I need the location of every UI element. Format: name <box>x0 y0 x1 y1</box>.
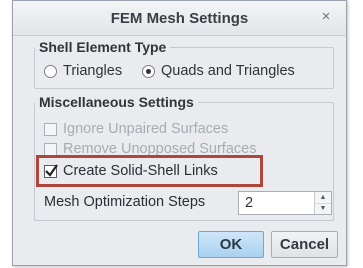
create-solid-shell-links-checkbox[interactable] <box>44 163 58 178</box>
mesh-optimization-steps-spinner[interactable]: 2 ▲ ▼ <box>238 191 332 215</box>
radio-quads-and-triangles[interactable]: Quads and Triangles <box>142 63 295 79</box>
ignore-unpaired-surfaces-checkbox[interactable] <box>44 122 57 136</box>
ignore-unpaired-surfaces-option[interactable]: Ignore Unpaired Surfaces <box>44 121 228 137</box>
spinner-buttons: ▲ ▼ <box>314 192 331 214</box>
mesh-optimization-steps-value[interactable]: 2 <box>245 195 253 211</box>
radio-triangles[interactable]: Triangles <box>44 63 122 79</box>
create-solid-shell-links-label: Create Solid-Shell Links <box>63 163 218 179</box>
shell-element-type-legend: Shell Element Type <box>39 39 167 55</box>
miscellaneous-settings-legend: Miscellaneous Settings <box>39 94 194 110</box>
checkmark-icon <box>45 163 58 177</box>
fem-mesh-settings-dialog: FEM Mesh Settings × Shell Element Type T… <box>12 0 347 266</box>
ok-button[interactable]: OK <box>198 231 264 258</box>
mesh-optimization-steps-label: Mesh Optimization Steps <box>44 194 206 210</box>
dialog-title: FEM Mesh Settings <box>110 10 249 27</box>
ignore-unpaired-surfaces-label: Ignore Unpaired Surfaces <box>63 121 229 137</box>
radio-label-quads-and-triangles: Quads and Triangles <box>161 63 295 79</box>
radio-button-quads-and-triangles[interactable] <box>142 64 155 78</box>
spinner-down-arrow-icon[interactable]: ▼ <box>315 203 331 214</box>
radio-button-triangles[interactable] <box>44 64 57 78</box>
remove-unopposed-surfaces-checkbox[interactable] <box>44 142 57 156</box>
cancel-button[interactable]: Cancel <box>271 231 338 258</box>
close-icon[interactable]: × <box>318 9 334 25</box>
create-solid-shell-links-option[interactable]: Create Solid-Shell Links <box>44 163 218 179</box>
radio-label-triangles: Triangles <box>63 63 123 79</box>
title-bar[interactable]: FEM Mesh Settings × <box>13 1 346 36</box>
